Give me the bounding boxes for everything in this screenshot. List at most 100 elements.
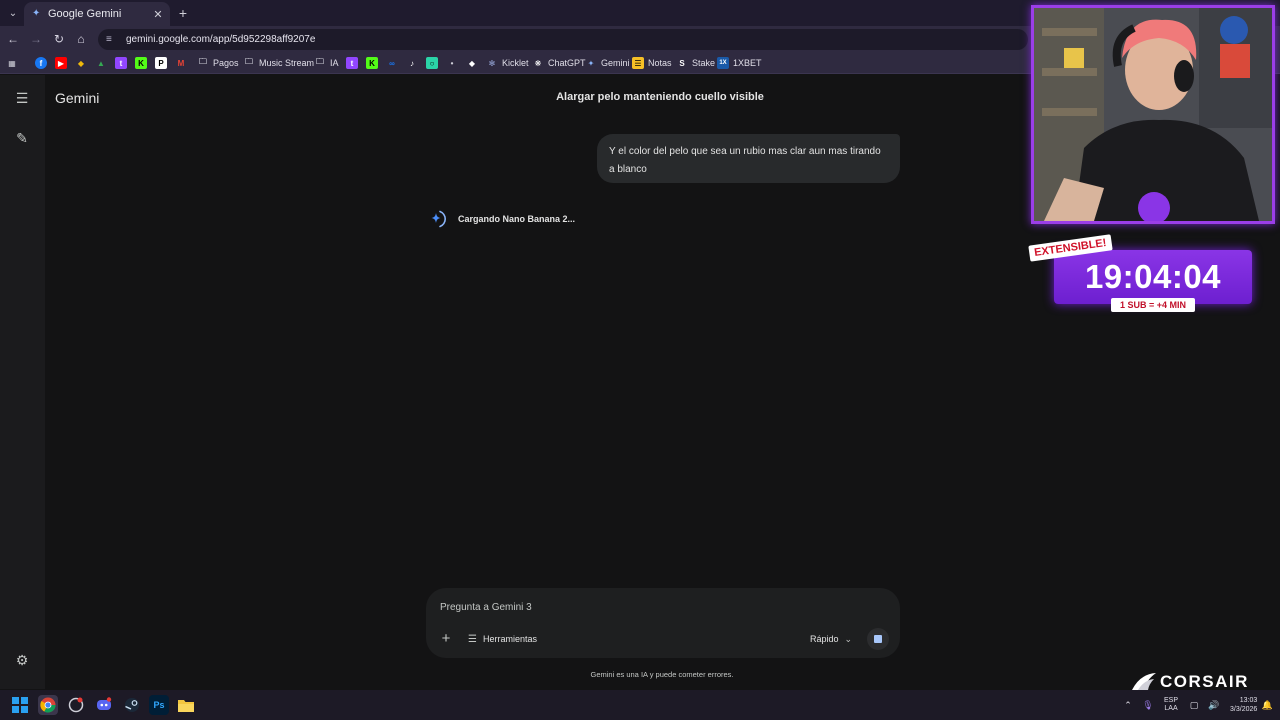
home-icon[interactable]: ⌂ [73,31,89,47]
bookmark-stake[interactable]: S Stake [676,55,715,71]
facebook-icon: f [35,57,47,69]
clock[interactable]: 13:03 3/3/2026 [1230,696,1257,714]
tab-close-icon[interactable]: ✕ [150,8,166,21]
bookmark-label: ChatGPT [548,58,586,68]
discord-taskbar-icon[interactable] [94,695,114,715]
youtube-icon: ▶ [55,57,67,69]
diamond-icon: ◆ [468,58,476,68]
app-icon: ○ [426,57,438,69]
settings-gear-icon[interactable]: ⚙ [13,651,31,669]
bookmark-gemini[interactable]: ✦ Gemini [585,55,630,71]
user-message-bubble: Y el color del pelo que sea un rubio mas… [597,134,900,183]
kick-icon: K [366,57,378,69]
model-mode-dropdown[interactable]: Rápido ⌄ [810,631,852,647]
bookmark-patreon[interactable]: P [155,55,167,71]
model-status-row: Cargando Nano Banana 2... [428,209,575,229]
bookmark-misc[interactable]: • [446,55,458,71]
chrome-taskbar-icon[interactable] [38,695,58,715]
twitch-icon: t [346,57,358,69]
twitch-icon: t [115,57,127,69]
drive-icon: ▲ [97,58,105,68]
bookmark-app[interactable]: ○ [426,55,438,71]
add-attachment-plus-icon[interactable]: + [438,631,454,647]
new-chat-edit-icon[interactable]: ✎ [13,129,31,147]
bookmark-kick-2[interactable]: K [366,55,378,71]
tools-button[interactable]: ☰ Herramientas [468,631,537,647]
new-tab-plus-icon[interactable]: + [174,4,192,22]
notifications-bell-icon[interactable]: 🔔 [1260,700,1274,711]
browser-tab-gemini[interactable]: ✦ Google Gemini ✕ [24,2,170,26]
apps-grid-icon[interactable]: ▦ [6,55,18,71]
tiktok-icon: ♪ [410,58,414,68]
lang-top: ESP [1164,697,1179,704]
clock-time: 13:03 [1239,697,1258,704]
bookmark-binance[interactable]: ◆ [75,55,87,71]
folder-icon: 🗀 [199,57,207,66]
address-bar[interactable]: ≡ gemini.google.com/app/5d952298aff9207e [98,29,1028,50]
bookmark-gmail[interactable]: M [175,55,187,71]
bookmark-kick[interactable]: K [135,55,147,71]
disclaimer-text: Gemini es una IA y puede cometer errores… [590,670,734,679]
prompt-composer: + ☰ Herramientas Rápido ⌄ [426,588,900,658]
bookmark-twitch[interactable]: t [115,55,127,71]
bookmark-tiktok[interactable]: ♪ [406,55,418,71]
back-arrow-icon[interactable]: ← [5,31,21,47]
menu-hamburger-icon[interactable]: ☰ [13,89,31,107]
bookmark-folder-pagos[interactable]: 🗀 Pagos [197,55,239,71]
bookmark-label: 1XBET [733,58,762,68]
reload-icon[interactable]: ↻ [51,31,67,47]
bookmark-twitch-2[interactable]: t [346,55,358,71]
app-taskbar-icon[interactable] [66,695,86,715]
tools-label: Herramientas [482,634,537,644]
bookmark-notas[interactable]: ☰ Notas [632,55,672,71]
windows-start-icon[interactable] [10,695,30,715]
bookmark-icon: • [450,58,454,68]
system-tray: ⌃ 🎙 ESP LAA ▢ 🔊 13:03 3/3/2026 🔔 [1118,690,1277,720]
stake-icon: S [679,58,685,68]
mode-label: Rápido [810,634,839,644]
bookmark-meta[interactable]: ∞ [386,55,398,71]
gemini-loading-spark-icon [431,210,446,228]
windows-taskbar: Ps ⌃ 🎙 ESP LAA ▢ 🔊 13:03 3/3/2026 🔔 [0,690,1280,720]
notes-icon: ☰ [632,57,644,69]
bookmark-folder-music-stream[interactable]: 🗀 Music Stream [243,55,314,71]
bookmark-drive[interactable]: ▲ [95,55,107,71]
url-text: gemini.google.com/app/5d952298aff9207e [126,34,316,45]
bookmark-diamond[interactable]: ◆ [466,55,478,71]
bookmark-label: Gemini [601,58,630,68]
corsair-logo: CORSAIR [1130,672,1249,692]
prompt-input[interactable] [440,602,800,613]
bookmark-folder-ia[interactable]: 🗀 IA [314,55,339,71]
tools-sliders-icon: ☰ [468,633,477,645]
network-icon[interactable]: ▢ [1187,700,1201,711]
stop-square-icon [874,635,882,643]
bookmark-label: Notas [648,58,672,68]
clock-date: 3/3/2026 [1230,706,1258,713]
conversation-title[interactable]: Alargar pelo manteniendo cuello visible [510,91,810,103]
file-explorer-taskbar-icon[interactable] [176,695,196,715]
bookmark-facebook[interactable]: f [35,55,47,71]
stop-generation-button[interactable] [867,628,889,650]
bookmark-label: Kicklet [502,58,529,68]
bookmark-youtube[interactable]: ▶ [55,55,67,71]
bookmark-chatgpt[interactable]: ❋ ChatGPT [532,55,586,71]
photoshop-taskbar-icon[interactable]: Ps [149,695,169,715]
language-indicator[interactable]: ESP LAA [1164,697,1178,713]
tray-overflow-chevron-icon[interactable]: ⌃ [1121,700,1135,711]
site-info-icon[interactable]: ≡ [106,34,118,45]
bookmark-label: Stake [692,58,716,68]
bookmark-1xbet[interactable]: 1X 1XBET [717,55,762,71]
volume-icon[interactable]: 🔊 [1207,700,1221,711]
chatgpt-icon: ❋ [534,58,542,68]
lang-bottom: LAA [1164,705,1178,712]
corsair-wordmark: CORSAIR [1160,672,1249,691]
timer-value: 19:04:04 [1084,258,1222,295]
chevron-down-icon: ⌄ [844,633,853,644]
corsair-sails-icon [1132,673,1156,690]
microphone-icon[interactable]: 🎙 [1141,700,1155,711]
steam-taskbar-icon[interactable] [122,695,142,715]
bookmark-kicklet[interactable]: ✻ Kicklet [486,55,529,71]
gemini-brand-title[interactable]: Gemini [55,90,99,106]
tab-search-chevron-icon[interactable]: ⌄ [4,4,22,22]
forward-arrow-icon[interactable]: → [28,31,44,47]
